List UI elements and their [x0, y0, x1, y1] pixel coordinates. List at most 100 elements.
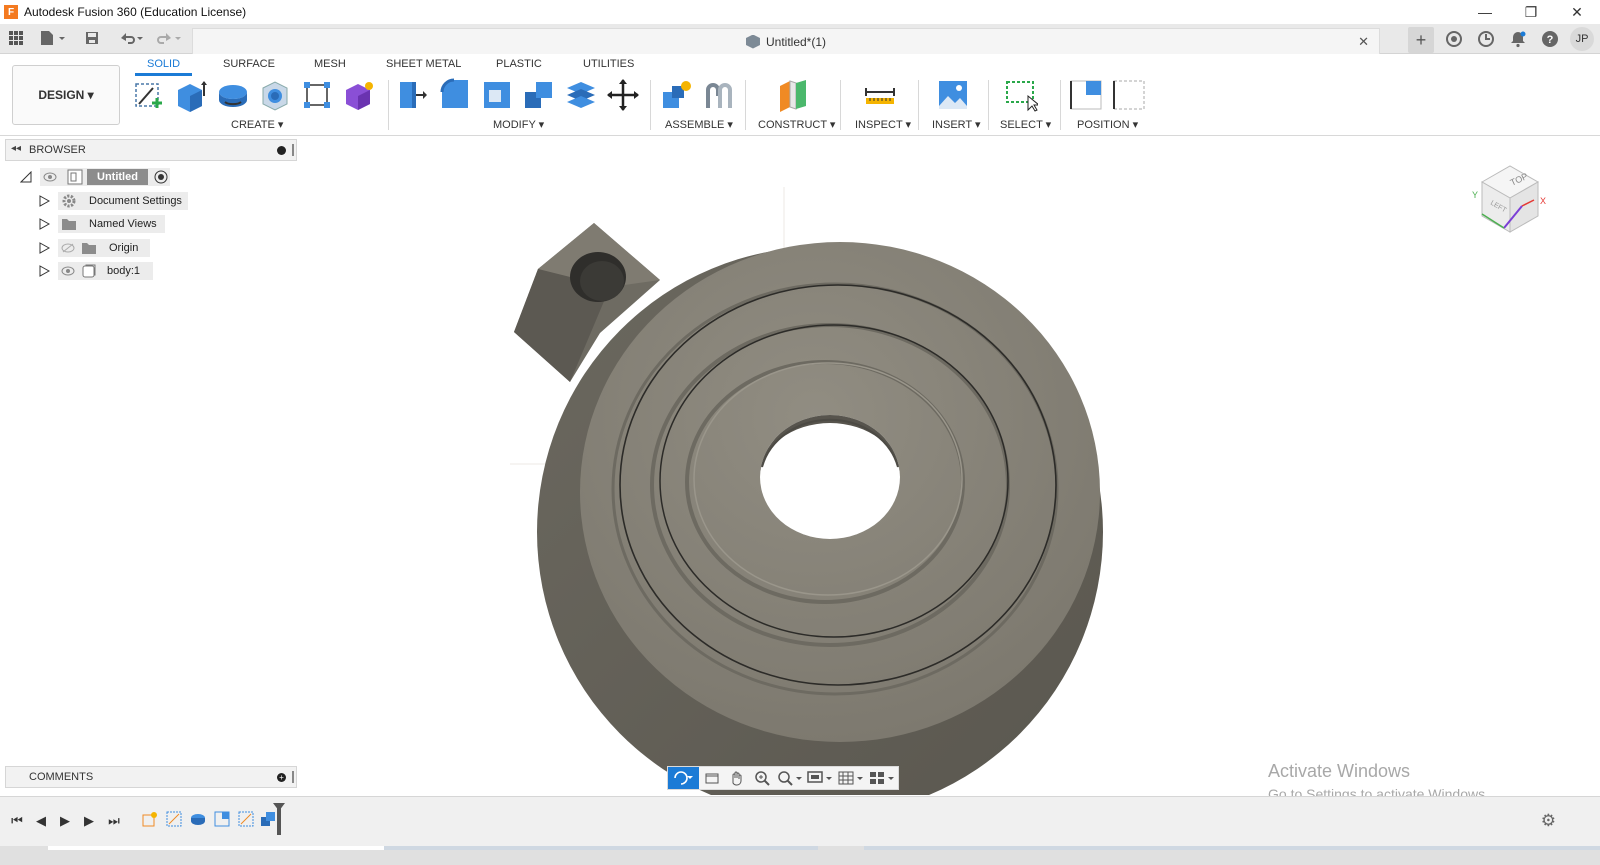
timeline-feature-component-icon[interactable]: [142, 811, 158, 827]
job-status-icon[interactable]: [1474, 27, 1498, 51]
collapse-panel-icon[interactable]: ◂◂: [11, 143, 21, 154]
select-menu[interactable]: SELECT ▾: [1000, 118, 1051, 131]
restore-button[interactable]: ❐: [1508, 0, 1554, 24]
tab-surface[interactable]: SURFACE: [223, 58, 275, 70]
viewports-icon[interactable]: [867, 767, 896, 789]
revolve-icon[interactable]: [216, 78, 250, 112]
insert-image-icon[interactable]: [936, 78, 970, 112]
save-icon[interactable]: [83, 30, 101, 48]
tree-item-named-views[interactable]: Named Views: [58, 215, 165, 233]
browser-pin-icon[interactable]: [292, 144, 294, 156]
timeline-feature-sketch2-icon[interactable]: [238, 811, 254, 827]
tree-item-document-settings[interactable]: Document Settings: [58, 192, 188, 210]
tab-solid[interactable]: SOLID: [134, 58, 193, 76]
combine-icon[interactable]: [522, 78, 556, 112]
go-to-end-icon[interactable]: ⏭: [105, 812, 123, 830]
hole-icon[interactable]: [258, 78, 292, 112]
inspect-menu[interactable]: INSPECT ▾: [855, 118, 911, 131]
joint-icon[interactable]: [702, 78, 736, 112]
tree-root-label: Untitled: [87, 169, 148, 185]
timeline-marker[interactable]: [273, 803, 285, 835]
construct-menu[interactable]: CONSTRUCT ▾: [758, 118, 835, 131]
window-select-icon[interactable]: [1004, 78, 1041, 112]
3d-viewport[interactable]: Y X TOP LEFT: [300, 137, 1600, 817]
tab-mesh[interactable]: MESH: [314, 58, 346, 70]
play-icon[interactable]: ▶: [56, 812, 74, 830]
workspace-switcher-button[interactable]: DESIGN ▾: [12, 65, 120, 125]
step-back-icon[interactable]: ◀: [32, 812, 50, 830]
extensions-icon[interactable]: [1442, 27, 1466, 51]
hidden-eye-icon[interactable]: [61, 243, 75, 253]
close-window-button[interactable]: ✕: [1554, 0, 1600, 24]
expand-triangle-icon[interactable]: [38, 265, 51, 277]
browser-minimize-icon[interactable]: [277, 146, 286, 155]
tree-item-origin[interactable]: Origin: [58, 239, 150, 257]
shell-icon[interactable]: [480, 78, 514, 112]
look-at-icon[interactable]: [701, 767, 724, 789]
timeline-settings-gear-icon[interactable]: ⚙: [1541, 811, 1556, 831]
user-avatar[interactable]: JP: [1570, 27, 1594, 51]
fit-zoom-icon[interactable]: [775, 767, 804, 789]
step-forward-icon[interactable]: ▶: [80, 812, 98, 830]
add-comment-icon[interactable]: +: [277, 773, 286, 782]
file-menu-icon[interactable]: [38, 30, 68, 48]
press-pull-icon[interactable]: [396, 78, 430, 112]
comments-panel-header[interactable]: COMMENTS +: [5, 766, 297, 788]
minimize-button[interactable]: —: [1462, 0, 1508, 24]
timeline-feature-revolve-icon[interactable]: [190, 811, 206, 827]
tab-utilities[interactable]: UTILITIES: [583, 58, 634, 70]
svg-text:Y: Y: [1472, 190, 1478, 200]
move-copy-icon[interactable]: [606, 78, 640, 112]
create-menu[interactable]: CREATE ▾: [231, 118, 283, 131]
fillet-icon[interactable]: [438, 78, 472, 112]
help-icon[interactable]: ?: [1538, 27, 1562, 51]
assemble-menu[interactable]: ASSEMBLE ▾: [665, 118, 733, 131]
visibility-eye-icon[interactable]: [43, 172, 57, 182]
modify-menu[interactable]: MODIFY ▾: [493, 118, 544, 131]
measure-icon[interactable]: [863, 78, 897, 112]
expand-triangle-icon[interactable]: [38, 242, 51, 254]
create-sketch-icon[interactable]: [133, 78, 167, 112]
close-tab-button[interactable]: ✕: [1358, 34, 1369, 50]
grid-settings-icon[interactable]: [837, 767, 866, 789]
expand-triangle-icon[interactable]: [38, 218, 51, 230]
tree-root-untitled[interactable]: Untitled: [40, 168, 170, 186]
document-tab[interactable]: Untitled*(1) ✕: [192, 28, 1380, 54]
rectangular-pattern-icon[interactable]: [300, 78, 334, 112]
visibility-eye-icon[interactable]: [61, 266, 75, 276]
display-settings-icon[interactable]: [806, 767, 835, 789]
capture-position-icon[interactable]: [1069, 78, 1103, 112]
redo-icon[interactable]: [154, 30, 184, 48]
status-bar: [0, 846, 1600, 865]
offset-face-icon[interactable]: [564, 78, 598, 112]
go-to-start-icon[interactable]: ⏮: [8, 812, 26, 830]
comments-pin-icon[interactable]: [292, 771, 294, 783]
zoom-icon[interactable]: [750, 767, 773, 789]
create-form-icon[interactable]: [342, 78, 376, 112]
orbit-icon[interactable]: [668, 767, 699, 789]
collapse-triangle-icon[interactable]: [19, 170, 32, 183]
view-cube[interactable]: Y X TOP LEFT: [1460, 152, 1550, 242]
new-component-icon[interactable]: [660, 78, 694, 112]
tab-sheet-metal[interactable]: SHEET METAL: [386, 58, 461, 70]
offset-plane-icon[interactable]: [776, 78, 810, 112]
app-grid-icon[interactable]: [7, 30, 25, 48]
tree-item-body[interactable]: body:1: [58, 262, 153, 280]
undo-icon[interactable]: [116, 30, 146, 48]
expand-triangle-icon[interactable]: [38, 195, 51, 207]
timeline-feature-extrude-icon[interactable]: [214, 811, 230, 827]
timeline-feature-sketch-icon[interactable]: [166, 811, 182, 827]
insert-menu[interactable]: INSERT ▾: [932, 118, 981, 131]
browser-panel-header[interactable]: ◂◂ BROWSER: [5, 139, 297, 161]
extrude-icon[interactable]: [174, 78, 208, 112]
pan-hand-icon[interactable]: [726, 767, 749, 789]
tab-plastic[interactable]: PLASTIC: [496, 58, 542, 70]
notifications-bell-icon[interactable]: [1506, 27, 1530, 51]
document-icon: [745, 34, 760, 49]
position-menu[interactable]: POSITION ▾: [1077, 118, 1138, 131]
activate-radio-icon[interactable]: [154, 170, 168, 184]
new-tab-button[interactable]: +: [1408, 27, 1434, 53]
timeline-feature-combine-icon[interactable]: [260, 811, 276, 827]
revert-position-icon[interactable]: [1112, 78, 1146, 112]
keychain-model[interactable]: [514, 223, 1103, 817]
